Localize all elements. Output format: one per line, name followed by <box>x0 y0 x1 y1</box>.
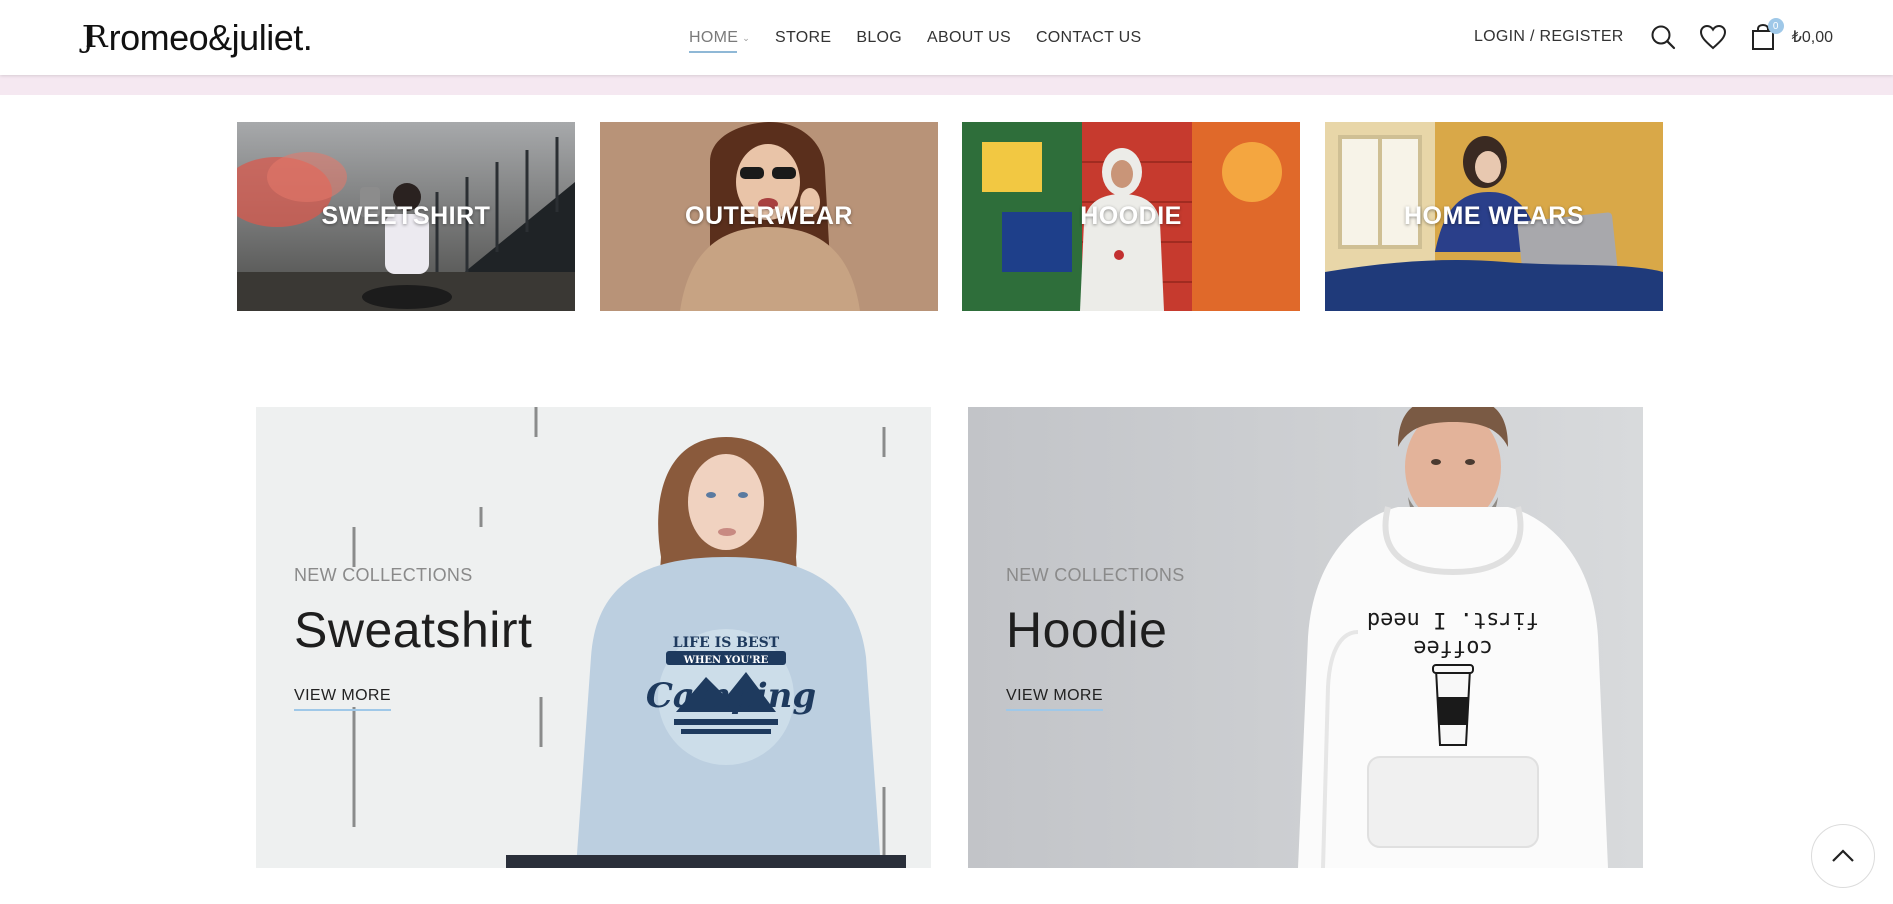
search-icon[interactable] <box>1648 22 1678 52</box>
category-tile-sweetshirt[interactable]: SWEETSHIRT <box>237 122 575 311</box>
category-label: OUTERWEAR <box>685 202 853 230</box>
view-more-link[interactable]: VIEW MORE <box>1006 687 1103 711</box>
logo-text: romeo&juliet. <box>108 17 313 58</box>
banner-subtitle: NEW COLLECTIONS <box>1006 565 1185 585</box>
nav-contact-label: CONTACT US <box>1035 29 1142 46</box>
category-tile-home-wears[interactable]: HOME WEARS <box>1325 122 1663 311</box>
print-text-line-2: coffee <box>1413 635 1492 660</box>
nav-contact[interactable]: CONTACT US <box>1036 25 1142 51</box>
print-text-line-1: LIFE IS BEST <box>673 635 780 651</box>
banner-hoodie[interactable]: first. I need coffee NEW COLLECTIONS Hoo… <box>968 407 1643 868</box>
header-strip <box>0 75 1893 95</box>
nav-store[interactable]: STORE <box>775 25 831 51</box>
print-text-line-3: Camping <box>646 676 816 716</box>
nav-blog-label: BLOG <box>856 29 903 46</box>
print-text-line-1: first. I need <box>1367 607 1539 632</box>
cart-icon[interactable]: 0 <box>1748 18 1784 52</box>
banner-title: Sweatshirt <box>294 602 533 658</box>
nav-about[interactable]: ABOUT US <box>927 25 1011 51</box>
banner-title: Hoodie <box>1006 602 1168 658</box>
category-label: SWEETSHIRT <box>321 202 491 230</box>
print-text-line-2: WHEN YOU'RE <box>683 655 769 666</box>
category-label: HOME WEARS <box>1404 202 1584 230</box>
nav-about-label: ABOUT US <box>927 29 1011 46</box>
main-nav: HOME ⌄ STORE BLOG ABOUT US CONTACT US <box>689 25 1166 53</box>
view-more-link[interactable]: VIEW MORE <box>294 687 391 711</box>
chevron-down-icon: ⌄ <box>742 32 751 43</box>
cart-total[interactable]: ₺0,00 <box>1792 27 1833 47</box>
login-register-link[interactable]: LOGIN / REGISTER <box>1474 28 1624 46</box>
logo-mark: JR <box>82 20 107 55</box>
category-label: HOODIE <box>1080 202 1182 230</box>
nav-blog[interactable]: BLOG <box>856 25 902 51</box>
nav-home[interactable]: HOME ⌄ <box>689 25 751 53</box>
category-tile-outerwear[interactable]: OUTERWEAR <box>600 122 938 311</box>
scroll-to-top-button[interactable] <box>1811 824 1875 888</box>
banner-subtitle: NEW COLLECTIONS <box>294 565 473 585</box>
banner-sweatshirt[interactable]: LIFE IS BEST WHEN YOU'RE Camping NEW COL… <box>256 407 931 868</box>
header-actions: LOGIN / REGISTER 0 ₺0,00 <box>1474 18 1833 56</box>
nav-home-label: HOME <box>689 29 739 46</box>
heart-icon[interactable] <box>1698 22 1728 52</box>
site-logo[interactable]: JR romeo&juliet. <box>82 14 313 58</box>
cart-count-badge: 0 <box>1767 18 1784 34</box>
site-header: JR romeo&juliet. HOME ⌄ STORE BLOG ABOUT… <box>0 0 1893 75</box>
nav-store-label: STORE <box>775 29 832 46</box>
chevron-up-icon <box>1832 849 1854 862</box>
category-tile-hoodie[interactable]: HOODIE <box>962 122 1300 311</box>
